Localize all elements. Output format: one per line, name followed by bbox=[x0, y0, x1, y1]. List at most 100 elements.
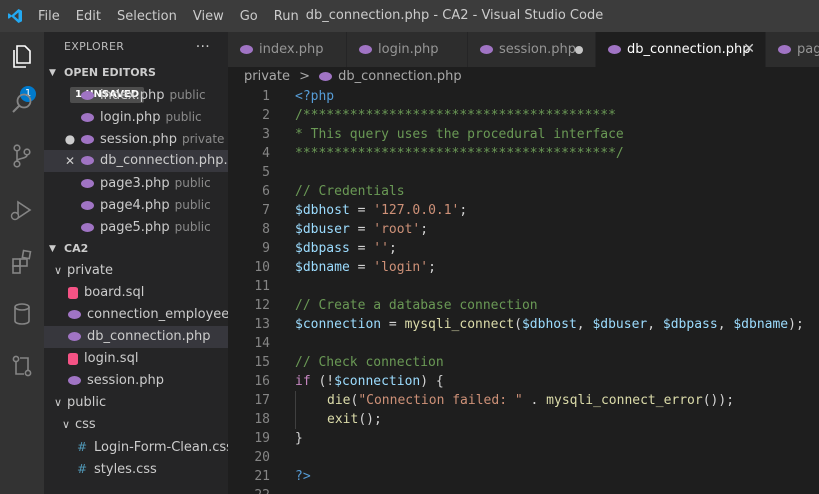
code-token: $connection bbox=[334, 374, 421, 389]
code-token: // Check connection bbox=[295, 355, 444, 370]
extensions-icon[interactable] bbox=[6, 246, 38, 278]
code-line[interactable]: 9 $dbpass = ''; bbox=[228, 239, 819, 258]
git-compare-icon[interactable] bbox=[6, 350, 38, 382]
explorer-icon[interactable] bbox=[6, 40, 38, 72]
php-file-icon bbox=[81, 156, 94, 165]
close-icon[interactable]: ✕ bbox=[64, 150, 76, 172]
line-number: 11 bbox=[254, 279, 270, 294]
line-number: 14 bbox=[254, 336, 270, 351]
open-editor-item[interactable]: ✕ db_connection.php... bbox=[44, 150, 228, 172]
code-line[interactable]: 6 // Credentials bbox=[228, 182, 819, 201]
chevron-down-icon: ∨ bbox=[61, 418, 71, 431]
code-line[interactable]: 21 ?> bbox=[228, 467, 819, 486]
search-icon[interactable] bbox=[6, 88, 38, 120]
open-editor-item[interactable]: page4.php public bbox=[44, 194, 228, 216]
line-number: 19 bbox=[254, 431, 270, 446]
tab-label: index.php bbox=[259, 42, 324, 57]
file-folder-desc: public bbox=[174, 220, 211, 234]
close-icon[interactable]: ✕ bbox=[743, 32, 755, 67]
open-editor-item[interactable]: login.php public bbox=[44, 106, 228, 128]
code-line[interactable]: 1 <?php bbox=[228, 87, 819, 106]
code-line[interactable]: 12 // Create a database connection bbox=[228, 296, 819, 315]
tree-file[interactable]: # styles.css bbox=[44, 458, 228, 480]
activity-bar: 1 bbox=[0, 32, 44, 494]
open-editors-section[interactable]: ▼ OPEN EDITORS 1 UNSAVED bbox=[44, 62, 228, 103]
code-token: $connection bbox=[295, 317, 382, 332]
code-text: $dbhost = '127.0.0.1'; bbox=[295, 201, 467, 220]
title-bar: File Edit Selection View Go Run db_conne… bbox=[0, 0, 819, 32]
tree-folder[interactable]: ∨ private bbox=[44, 260, 228, 282]
code-token: '' bbox=[373, 241, 389, 256]
code-line[interactable]: 8 $dbuser = 'root'; bbox=[228, 220, 819, 239]
php-file-icon bbox=[81, 179, 94, 188]
code-line[interactable]: 2 /**************************************… bbox=[228, 106, 819, 125]
code-line[interactable]: 13 $connection = mysqli_connect($dbhost, … bbox=[228, 315, 819, 334]
code-text: die("Connection failed: " . mysqli_conne… bbox=[327, 391, 734, 410]
php-file-icon bbox=[359, 45, 372, 54]
tree-file[interactable]: session.php bbox=[44, 370, 228, 392]
tree-folder[interactable]: ∨ css bbox=[44, 414, 228, 436]
code-line[interactable]: 5 bbox=[228, 163, 819, 182]
tree-file[interactable]: connection_employees... bbox=[44, 304, 228, 326]
file-name: page3.php bbox=[100, 176, 170, 191]
open-editor-item[interactable]: page5.php public bbox=[44, 216, 228, 238]
more-actions-icon[interactable]: ··· bbox=[196, 32, 210, 62]
file-folder-desc: public bbox=[169, 88, 206, 102]
file-name: page5.php bbox=[100, 220, 170, 235]
code-token: $dbpass bbox=[662, 317, 718, 332]
code-line[interactable]: 4 ***************************************… bbox=[228, 144, 819, 163]
workspace-label: CA2 bbox=[64, 242, 89, 255]
code-token: mysqli_connect_error bbox=[546, 393, 703, 408]
php-file-icon bbox=[319, 72, 333, 81]
code-line[interactable]: 15 // Check connection bbox=[228, 353, 819, 372]
code-token: '127.0.0.1' bbox=[373, 203, 460, 218]
tab-index-php[interactable]: index.php bbox=[228, 32, 347, 67]
code-line[interactable]: 18 exit(); bbox=[228, 410, 819, 429]
code-line[interactable]: 11 bbox=[228, 277, 819, 296]
code-editor[interactable]: 1 <?php 2 /********************************… bbox=[228, 87, 819, 494]
open-editor-item[interactable]: index.php public bbox=[44, 84, 228, 106]
database-icon[interactable] bbox=[6, 298, 38, 330]
chevron-down-icon: ∨ bbox=[53, 396, 63, 409]
open-editor-item[interactable]: page3.php public bbox=[44, 172, 228, 194]
breadcrumb-folder[interactable]: private bbox=[244, 69, 290, 84]
tree-folder[interactable]: ∨ public bbox=[44, 392, 228, 414]
open-editor-item[interactable]: ● session.php private bbox=[44, 128, 228, 150]
code-line[interactable]: 14 bbox=[228, 334, 819, 353]
tab-page-php[interactable]: pag bbox=[766, 32, 819, 67]
code-line[interactable]: 10 $dbname = 'login'; bbox=[228, 258, 819, 277]
code-line[interactable]: 3 * This query uses the procedural interf… bbox=[228, 125, 819, 144]
tree-file[interactable]: login.sql bbox=[44, 348, 228, 370]
workspace-section[interactable]: ▼ CA2 bbox=[44, 238, 228, 260]
database-file-icon bbox=[68, 352, 78, 365]
breadcrumb-separator: > bbox=[299, 69, 311, 84]
code-text: * This query uses the procedural interfa… bbox=[295, 125, 624, 144]
code-line[interactable]: 7 $dbhost = '127.0.0.1'; bbox=[228, 201, 819, 220]
code-token: ; bbox=[388, 241, 397, 256]
indent-guide bbox=[295, 410, 296, 429]
tab-label: pag bbox=[797, 42, 819, 57]
tab-db-connection-php[interactable]: db_connection.php ✕ bbox=[596, 32, 766, 67]
tree-item-label: connection_employees... bbox=[87, 307, 228, 322]
tree-file[interactable]: db_connection.php bbox=[44, 326, 228, 348]
code-line[interactable]: 17 die("Connection failed: " . mysqli_con… bbox=[228, 391, 819, 410]
tab-login-php[interactable]: login.php bbox=[347, 32, 468, 67]
source-control-icon[interactable] bbox=[6, 140, 38, 172]
code-token: ()); bbox=[702, 393, 735, 408]
code-line[interactable]: 20 bbox=[228, 448, 819, 467]
line-number: 4 bbox=[262, 146, 270, 161]
code-line[interactable]: 16 if (!$connection) { bbox=[228, 372, 819, 391]
file-folder-desc: public bbox=[174, 198, 211, 212]
tree-item-label: private bbox=[67, 263, 113, 278]
code-text: // Create a database connection bbox=[295, 296, 538, 315]
code-line[interactable]: 22 bbox=[228, 486, 819, 494]
tree-file[interactable]: board.sql bbox=[44, 282, 228, 304]
tab-session-php[interactable]: session.php bbox=[468, 32, 596, 67]
breadcrumb-file[interactable]: db_connection.php bbox=[338, 69, 462, 84]
tree-item-label: login.sql bbox=[84, 351, 139, 366]
run-debug-icon[interactable] bbox=[6, 194, 38, 226]
code-line[interactable]: 19} bbox=[228, 429, 819, 448]
tree-item-label: db_connection.php bbox=[87, 329, 211, 344]
tree-file[interactable]: # Login-Form-Clean.css bbox=[44, 436, 228, 458]
line-number: 5 bbox=[262, 165, 270, 180]
